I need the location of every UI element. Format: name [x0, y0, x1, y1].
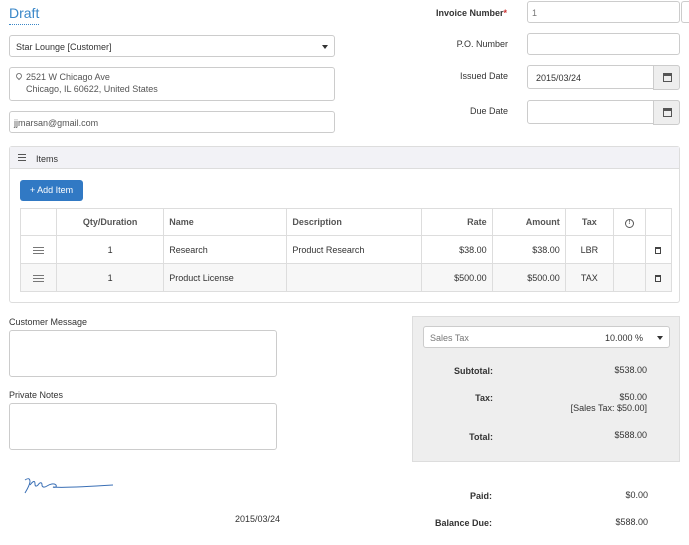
invoice-number-field[interactable]: 1	[527, 1, 680, 23]
name-cell[interactable]: Product License	[163, 263, 288, 292]
description-cell[interactable]	[286, 263, 422, 292]
table-header-row: Qty/Duration Name Description Rate Amoun…	[19, 208, 673, 236]
column-header: Description	[286, 208, 422, 236]
due-date-field[interactable]	[527, 100, 680, 125]
tax-cell[interactable]: LBR	[564, 235, 614, 264]
issued-date-value: 2015/03/24	[536, 73, 582, 83]
page-title: Draft	[9, 6, 40, 25]
qty-cell[interactable]: 1	[56, 263, 165, 292]
tax-rate-select-value: 10.000 %	[604, 333, 643, 343]
action-column-header	[644, 208, 673, 236]
customer-select-value: Star Lounge [Customer]	[16, 42, 112, 52]
items-panel-title: Items	[36, 154, 59, 164]
private-notes-input[interactable]	[9, 403, 277, 450]
customer-message-label: Customer Message	[9, 317, 88, 327]
summary-panel: Sales Tax 10.000 % Subtotal: $538.00 Tax…	[412, 316, 680, 462]
calendar-button[interactable]	[653, 100, 680, 125]
description-cell[interactable]: Product Research	[286, 235, 422, 264]
balance-due-value: $588.00	[615, 517, 648, 527]
table-row: 1 Product License $500.00 $500.00 TAX	[19, 263, 673, 292]
tax-detail: [Sales Tax: $50.00]	[570, 403, 647, 413]
trash-icon	[655, 274, 662, 282]
signature-image	[24, 478, 114, 494]
items-panel-header: Items	[10, 147, 679, 169]
drag-handle-icon	[33, 246, 45, 254]
signature-date: 2015/03/24	[235, 514, 281, 524]
tax-value: $50.00	[619, 392, 647, 402]
drag-column-header	[19, 208, 58, 236]
customer-select[interactable]: Star Lounge [Customer]	[9, 35, 335, 57]
rate-cell[interactable]: $500.00	[420, 263, 493, 292]
chevron-down-icon	[657, 336, 663, 340]
chevron-down-icon	[322, 45, 328, 49]
column-header: Name	[163, 208, 288, 236]
column-header: Rate	[420, 208, 493, 236]
info-column-header: !	[612, 208, 646, 236]
amount-cell: $500.00	[491, 263, 566, 292]
list-icon	[18, 154, 26, 161]
calendar-icon	[663, 73, 672, 82]
po-number-label: P.O. Number	[456, 39, 508, 49]
issued-date-label: Issued Date	[459, 71, 508, 81]
email-field[interactable]: jjmarsan@gmail.com	[9, 111, 335, 133]
customer-message-input[interactable]	[9, 330, 277, 377]
tax-rate-select[interactable]: Sales Tax 10.000 %	[423, 326, 670, 348]
column-header: Tax	[564, 208, 614, 236]
delete-button[interactable]	[644, 263, 673, 292]
drag-handle-icon	[33, 274, 45, 282]
total-value: $588.00	[614, 430, 647, 440]
scroll-edge	[681, 1, 689, 23]
items-table: Qty/Duration Name Description Rate Amoun…	[19, 208, 673, 292]
paid-label: Paid:	[469, 491, 492, 501]
po-number-field[interactable]	[527, 33, 680, 55]
info-cell	[612, 235, 646, 264]
balance-due-label: Balance Due:	[434, 518, 492, 528]
map-pin-icon	[14, 71, 24, 81]
table-row: 1 Research Product Research $38.00 $38.0…	[19, 235, 673, 264]
trash-icon	[655, 246, 662, 254]
qty-cell[interactable]: 1	[56, 235, 165, 264]
items-panel: Items + Add Item Qty/Duration Name Descr…	[9, 146, 680, 303]
invoice-number-label: Invoice Number*	[435, 8, 507, 18]
calendar-button[interactable]	[653, 65, 680, 90]
due-date-label: Due Date	[469, 106, 508, 116]
column-header: Qty/Duration	[56, 208, 165, 236]
subtotal-value: $538.00	[614, 365, 647, 375]
delete-button[interactable]	[644, 235, 673, 264]
issued-date-field[interactable]: 2015/03/24	[527, 65, 680, 90]
paid-value: $0.00	[625, 490, 648, 500]
private-notes-label: Private Notes	[9, 390, 64, 400]
tax-cell[interactable]: TAX	[564, 263, 614, 292]
subtotal-label: Subtotal:	[454, 366, 493, 376]
name-cell[interactable]: Research	[163, 235, 288, 264]
total-label: Total:	[469, 432, 493, 442]
calendar-icon	[663, 108, 672, 117]
amount-cell: $38.00	[491, 235, 566, 264]
tax-label: Tax:	[475, 393, 493, 403]
address-line-2: Chicago, IL 60622, United States	[26, 84, 158, 94]
info-cell	[612, 263, 646, 292]
invoice-number-value: 1	[532, 8, 538, 18]
drag-handle[interactable]	[19, 263, 58, 292]
address-box[interactable]: 2521 W Chicago Ave Chicago, IL 60622, Un…	[9, 67, 335, 101]
tax-rate-select-label: Sales Tax	[430, 333, 469, 343]
drag-handle[interactable]	[19, 235, 58, 264]
rate-cell[interactable]: $38.00	[420, 235, 493, 264]
info-icon[interactable]: !	[624, 219, 634, 228]
address-line-1: 2521 W Chicago Ave	[26, 72, 110, 82]
add-item-button[interactable]: + Add Item	[20, 180, 83, 201]
email-value: jjmarsan@gmail.com	[14, 118, 99, 128]
column-header: Amount	[491, 208, 566, 236]
